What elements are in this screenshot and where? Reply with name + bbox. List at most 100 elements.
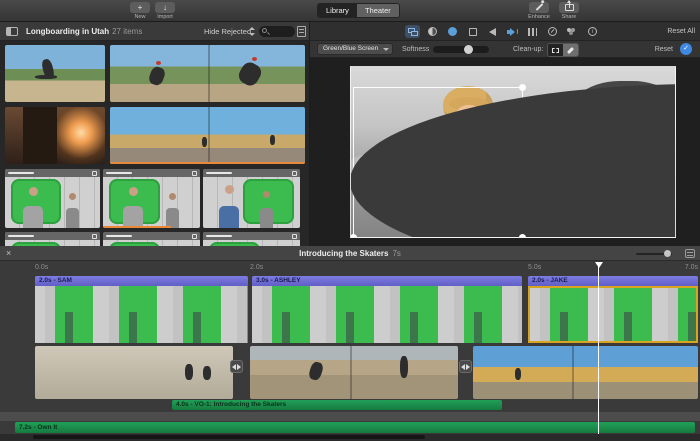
speaker-glyph	[507, 28, 518, 36]
playhead-line[interactable]	[598, 266, 599, 434]
crop-icon[interactable]	[465, 25, 480, 38]
green-screen-thumbnail[interactable]	[5, 232, 100, 246]
info-icon[interactable]	[585, 25, 600, 38]
import-arrow-icon: ↓	[155, 2, 175, 13]
selection-handle[interactable]	[350, 234, 357, 238]
overlay-clip-filmstrip-ashley[interactable]	[252, 286, 522, 343]
clip-thumbnail[interactable]	[110, 107, 305, 164]
bars-glyph	[528, 28, 537, 36]
share-label: Share	[557, 14, 581, 20]
eraser-icon[interactable]	[563, 44, 578, 56]
imovie-window: + New ↓ Import Library Theater Enhance S…	[0, 0, 700, 441]
selection-handle[interactable]	[519, 84, 526, 91]
stabilize-glyph	[489, 28, 496, 36]
share-icon	[559, 2, 579, 13]
enhance-label: Enhance	[527, 14, 551, 20]
overlay-glyph	[411, 31, 418, 36]
top-toolbar: + New ↓ Import Library Theater Enhance S…	[0, 0, 700, 22]
green-screen-thumbnail[interactable]	[203, 232, 300, 246]
timeline-zoom-knob[interactable]	[664, 250, 671, 257]
clip-filter-icon[interactable]	[565, 25, 580, 38]
chroma-selection-rect[interactable]	[353, 87, 523, 238]
chevron-updown-icon	[249, 26, 255, 37]
marquee-icon[interactable]	[548, 44, 563, 56]
import-button[interactable]: ↓ Import	[153, 2, 177, 20]
green-screen-thumbnail[interactable]	[5, 169, 100, 228]
overlay-clip-label-jake[interactable]: 2.0s - JAKE	[528, 276, 698, 286]
timeline-title: Introducing the Skaters7s	[0, 249, 700, 258]
voiceover-clip[interactable]: 4.0s - VO-1: Introducing the Skaters	[172, 400, 502, 410]
cleanup-buttons	[547, 43, 579, 57]
timeline-settings-icon[interactable]	[685, 249, 695, 258]
timeline-header: × Introducing the Skaters7s	[0, 246, 700, 261]
green-screen-thumbnail[interactable]	[103, 169, 200, 228]
tab-library[interactable]: Library	[318, 4, 357, 17]
keyword-badge-icon	[92, 171, 97, 176]
plus-icon: +	[130, 2, 150, 13]
color-glyph	[448, 27, 457, 36]
cleanup-label: Clean-up:	[513, 46, 543, 53]
volume-icon[interactable]	[505, 25, 520, 38]
search-input[interactable]	[269, 26, 293, 37]
noise-reduction-icon[interactable]	[525, 25, 540, 38]
dots-glyph	[567, 28, 571, 32]
new-label: New	[128, 14, 152, 20]
timeline-duration: 7s	[392, 249, 400, 258]
gauge-glyph	[548, 27, 557, 36]
chroma-mode-dropdown[interactable]: Green/Blue Screen	[317, 43, 393, 55]
clip-settings-icon[interactable]	[297, 26, 306, 37]
clip-thumbnail[interactable]	[5, 107, 105, 164]
crop-glyph	[469, 28, 477, 36]
video-overlay-settings-icon[interactable]	[405, 25, 420, 38]
view-switcher: Library Theater	[317, 3, 400, 18]
green-screen-thumbnail[interactable]	[203, 169, 300, 228]
ruler-tick: 5.0s	[528, 264, 541, 271]
favorite-marker	[103, 226, 171, 228]
tab-theater[interactable]: Theater	[357, 4, 399, 17]
softness-knob[interactable]	[464, 45, 473, 54]
stabilization-icon[interactable]	[485, 25, 500, 38]
share-button[interactable]: Share	[557, 2, 581, 20]
playhead-marker[interactable]	[595, 262, 603, 268]
music-well-separator	[0, 412, 700, 421]
browser-header: Longboarding in Utah27 items Hide Reject…	[0, 22, 310, 41]
color-correction-icon[interactable]	[445, 25, 460, 38]
search-field[interactable]	[259, 26, 295, 37]
overlay-clip-label-ashley[interactable]: 3.0s - ASHLEY	[252, 276, 522, 286]
selection-handle[interactable]	[350, 84, 676, 238]
timeline: × Introducing the Skaters7s 0.0s 2.0s 5.…	[0, 246, 700, 441]
trim-handles-icon[interactable]	[459, 360, 472, 373]
ruler-tick: 2.0s	[250, 264, 263, 271]
clip-thumbnail[interactable]	[5, 45, 105, 102]
green-screen-thumbnail[interactable]	[103, 232, 200, 246]
new-button[interactable]: + New	[128, 2, 152, 20]
clip-thumbnail[interactable]	[110, 45, 305, 102]
music-clip[interactable]: 7.2s - Own It	[15, 422, 695, 433]
overlay-clip-label-sam[interactable]: 2.0s - SAM	[35, 276, 248, 286]
softness-slider[interactable]	[433, 46, 489, 53]
ruler-tick: 0.0s	[35, 264, 48, 271]
reset-checkbox[interactable]	[680, 43, 692, 55]
sidebar-toggle-icon[interactable]	[6, 27, 18, 36]
primary-clip[interactable]	[250, 346, 458, 399]
primary-clip[interactable]	[35, 346, 233, 399]
speed-icon[interactable]	[545, 25, 560, 38]
filter-popup[interactable]: Hide Rejected	[204, 27, 251, 36]
thumbnail-label	[203, 169, 300, 177]
overlay-clip-filmstrip-sam[interactable]	[35, 286, 248, 343]
timeline-scrollbar[interactable]	[33, 435, 425, 439]
color-balance-icon[interactable]	[425, 25, 440, 38]
selection-handle[interactable]	[519, 234, 526, 238]
trim-handles-icon[interactable]	[230, 360, 243, 373]
favorite-marker	[110, 162, 305, 164]
event-title: Longboarding in Utah27 items	[26, 27, 142, 36]
reset-all-button[interactable]: Reset All	[667, 28, 695, 35]
enhance-button[interactable]: Enhance	[527, 2, 551, 20]
video-frame[interactable]: JAKE	[350, 66, 676, 238]
search-icon	[262, 28, 267, 33]
item-count: 27 items	[112, 27, 142, 36]
ruler-tick: 7.0s	[685, 264, 698, 271]
softness-label: Softness	[402, 46, 429, 53]
primary-clip[interactable]	[473, 346, 698, 399]
overlay-clip-filmstrip-jake-selected[interactable]	[528, 286, 698, 343]
